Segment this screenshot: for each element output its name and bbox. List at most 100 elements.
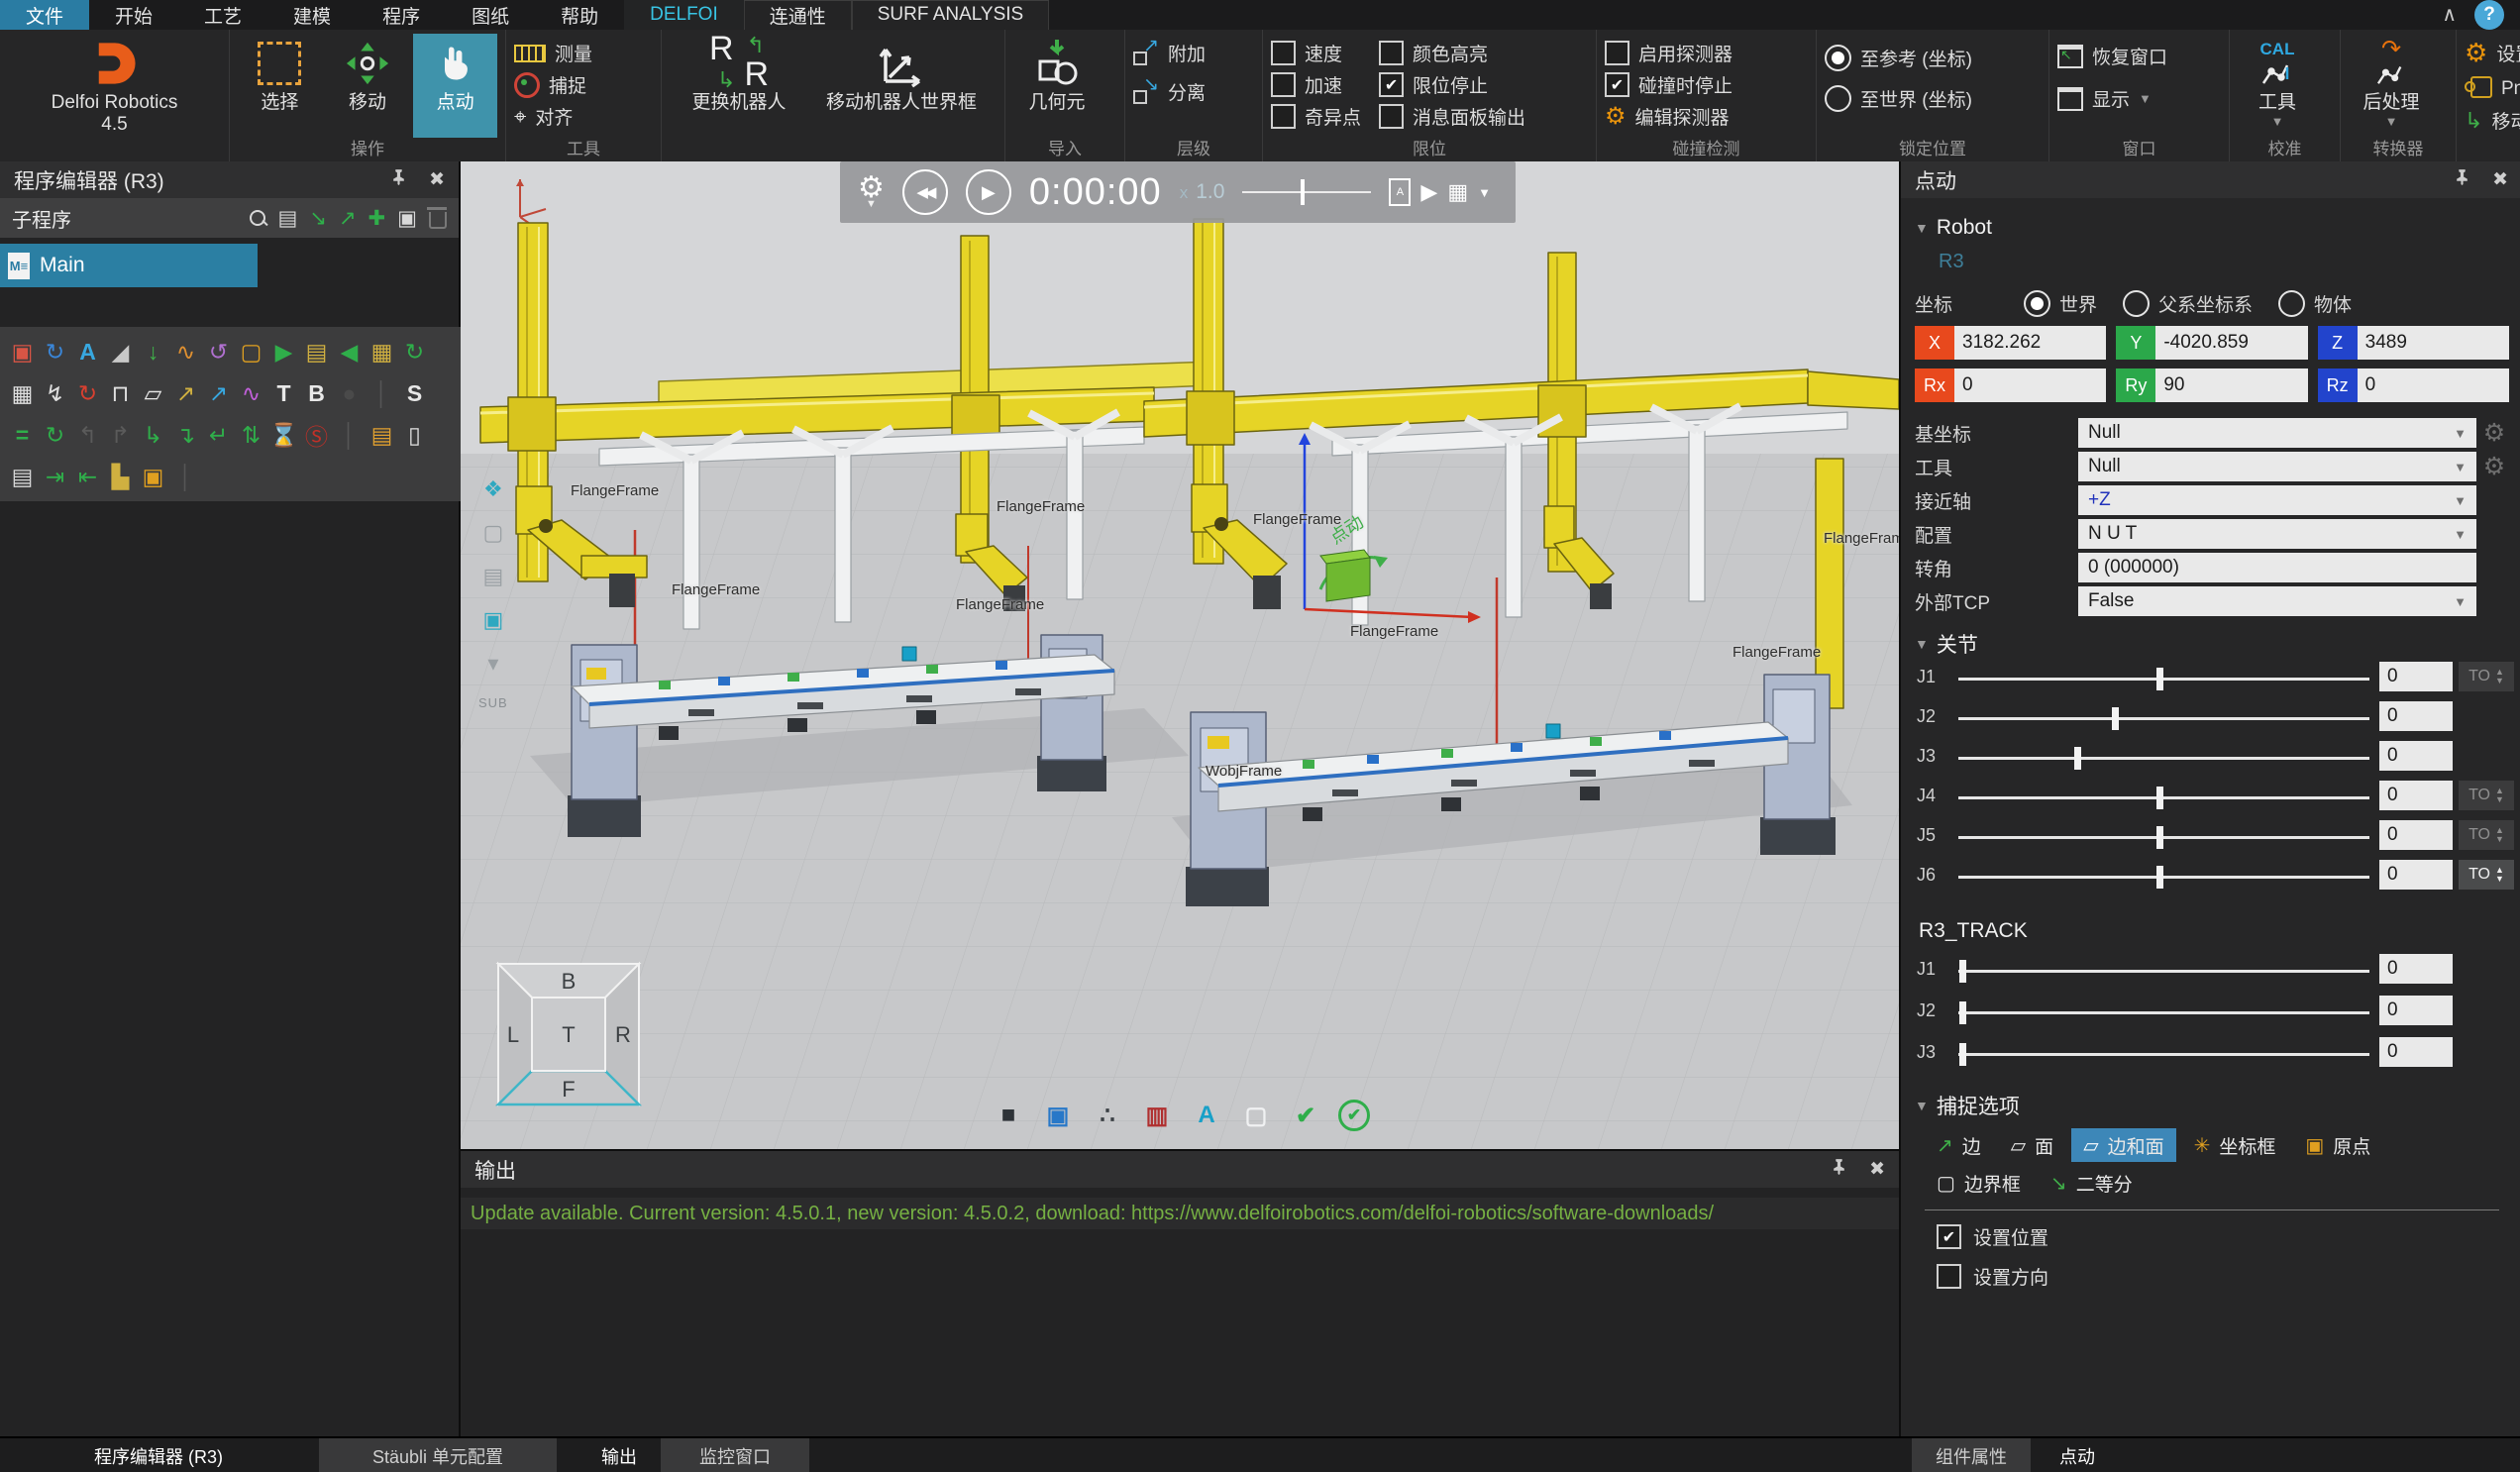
- joint-slider[interactable]: [1958, 876, 2369, 879]
- snap-面[interactable]: ▱面: [1999, 1128, 2065, 1162]
- help-button[interactable]: ?: [2474, 0, 2504, 30]
- rewind-button[interactable]: ◀◀: [902, 169, 948, 215]
- close-icon[interactable]: ✖: [2492, 168, 2508, 191]
- limit-加速[interactable]: 加速: [1271, 70, 1361, 99]
- limit-限位停止-checkbox[interactable]: ✔: [1379, 72, 1404, 97]
- pattern-statement-icon[interactable]: ⊓: [104, 377, 137, 410]
- jump-statement-icon[interactable]: ↰: [71, 419, 104, 452]
- pose-value-Rx[interactable]: 0: [1954, 368, 2106, 402]
- collision-碰撞时停止[interactable]: ✔碰撞时停止: [1605, 70, 1732, 99]
- joint-slider[interactable]: [1958, 717, 2369, 720]
- search-subprogram-icon[interactable]: [250, 210, 265, 226]
- pin-icon[interactable]: [1831, 1158, 1847, 1181]
- jump2-statement-icon[interactable]: ↱: [104, 419, 137, 452]
- signal-in-statement-icon[interactable]: ⇤: [71, 461, 104, 493]
- record-statement-icon[interactable]: ◀: [333, 336, 366, 368]
- menu-tab-程序[interactable]: 程序: [357, 0, 446, 30]
- pose-value-Ry[interactable]: 90: [2155, 368, 2307, 402]
- field-value-配置[interactable]: N U T▼: [2078, 519, 2476, 549]
- joint-slider[interactable]: [1958, 1011, 2369, 1014]
- simulation-settings-icon[interactable]: ⚙▼: [858, 176, 885, 209]
- spinner-icons[interactable]: ▲▼: [2495, 668, 2504, 685]
- move-robot-world-frame-button[interactable]: 移动机器人世界框: [812, 34, 991, 138]
- move-path-button[interactable]: ↳ 移动路径: [2465, 106, 2520, 135]
- field-value-接近轴[interactable]: +Z▼: [2078, 485, 2476, 515]
- view-cube-top[interactable]: T: [562, 1022, 575, 1047]
- joint-slider[interactable]: [1958, 836, 2369, 839]
- joint-value[interactable]: 0: [2379, 662, 2453, 691]
- gear-icon[interactable]: ⚙: [2476, 418, 2512, 448]
- coord-radio[interactable]: [2123, 290, 2150, 317]
- while-statement-icon[interactable]: ↻: [39, 419, 71, 452]
- joint-slider-handle[interactable]: [1959, 1001, 1966, 1024]
- snap-二等分[interactable]: ↘二等分: [2039, 1166, 2145, 1200]
- collapse-ribbon-icon[interactable]: ∧: [2442, 5, 2457, 25]
- print-statement-icon[interactable]: ▤: [6, 461, 39, 493]
- note-statement-icon[interactable]: ▯: [398, 419, 431, 452]
- set-position-checkbox[interactable]: ✔设置位置: [1937, 1223, 2048, 1250]
- menu-tab-开始[interactable]: 开始: [89, 0, 178, 30]
- joint-value[interactable]: 0: [2379, 860, 2453, 890]
- menu-tab-连通性[interactable]: 连通性: [744, 0, 852, 30]
- frame-statement-icon[interactable]: ▢: [235, 336, 267, 368]
- limit-消息面板输出[interactable]: 消息面板输出: [1379, 102, 1525, 131]
- box-tool-icon[interactable]: ▢: [482, 522, 503, 544]
- return-statement-icon[interactable]: ↵: [202, 419, 235, 452]
- swap-robot-button[interactable]: R↰↳R 更换机器人: [670, 34, 808, 138]
- select-button[interactable]: 选择: [238, 34, 322, 138]
- import-subprogram-icon[interactable]: ↘: [309, 206, 327, 231]
- snap-边[interactable]: ↗边: [1925, 1128, 1993, 1162]
- joint-value[interactable]: 0: [2379, 741, 2453, 771]
- tab-jog[interactable]: 点动: [2033, 1438, 2122, 1472]
- subprogram-item-main[interactable]: M≡ Main: [0, 244, 258, 287]
- close-icon[interactable]: ✖: [429, 168, 445, 191]
- field-value-外部TCP[interactable]: False▼: [2078, 586, 2476, 616]
- field-value-转角[interactable]: 0 (000000): [2078, 553, 2476, 582]
- statement-list-area[interactable]: [0, 509, 459, 1436]
- chart-tool-icon[interactable]: ▥: [1140, 1099, 1174, 1132]
- joint-slider[interactable]: [1958, 757, 2369, 760]
- close-icon[interactable]: ✖: [1869, 1158, 1885, 1181]
- view-cube-front[interactable]: F: [562, 1077, 575, 1102]
- snap-原点[interactable]: ▣原点: [2293, 1128, 2382, 1162]
- joint-value[interactable]: 0: [2379, 781, 2453, 810]
- cycle-statement-icon[interactable]: ↻: [398, 336, 431, 368]
- collision-启用探测器[interactable]: 启用探测器: [1605, 39, 1732, 67]
- snap-边界框[interactable]: ▢边界框: [1925, 1166, 2033, 1200]
- tab-staubli-cell-config[interactable]: Stäubli 单元配置: [319, 1438, 557, 1472]
- lock-option-至参考 (坐标)[interactable]: 至参考 (坐标): [1825, 44, 1972, 72]
- playback-more-icon[interactable]: ▼: [1478, 185, 1491, 200]
- limit-加速-checkbox[interactable]: [1271, 72, 1296, 97]
- spinner-icons[interactable]: ▲▼: [2495, 866, 2504, 884]
- text-t-statement-icon[interactable]: T: [267, 377, 300, 410]
- viewport-3d[interactable]: FlangeFrameFlangeFrameFlangeFrameFlangeF…: [461, 161, 1899, 1149]
- linear-motion-yellow-icon[interactable]: ↗: [169, 377, 202, 410]
- pose-value-Z[interactable]: 3489: [2358, 326, 2509, 360]
- part-statement-icon[interactable]: ▣: [137, 461, 169, 493]
- lock-radio[interactable]: [1825, 45, 1851, 71]
- chart-statement-icon[interactable]: ▙: [104, 461, 137, 493]
- joint-slider[interactable]: [1958, 678, 2369, 681]
- snap-坐标框[interactable]: ✳坐标框: [2182, 1128, 2288, 1162]
- tab-monitor-window[interactable]: 监控窗口: [661, 1438, 809, 1472]
- joint-slider-handle[interactable]: [1959, 1043, 1966, 1066]
- joint-slider-handle[interactable]: [2156, 866, 2163, 889]
- conveyor-statement-icon[interactable]: ▦: [366, 336, 398, 368]
- joint-value[interactable]: 0: [2379, 701, 2453, 731]
- snap-边和面[interactable]: ▱边和面: [2071, 1128, 2175, 1162]
- record-video-icon[interactable]: ▶: [1420, 179, 1437, 205]
- update-message[interactable]: Update available. Current version: 4.5.0…: [471, 1203, 1714, 1225]
- gear-icon[interactable]: ⚙: [2476, 452, 2512, 481]
- pin-icon[interactable]: [390, 168, 407, 191]
- joint-value[interactable]: 0: [2379, 820, 2453, 850]
- settings-button[interactable]: ⚙ 设置: [2465, 39, 2520, 67]
- joint-slider[interactable]: [1958, 970, 2369, 973]
- limit-速度[interactable]: 速度: [1271, 39, 1361, 67]
- lock-radio[interactable]: [1825, 85, 1851, 112]
- coord-option-世界[interactable]: 世界: [2024, 290, 2097, 317]
- joint-value[interactable]: 0: [2379, 996, 2453, 1025]
- server-statement-icon[interactable]: ▤: [300, 336, 333, 368]
- cube-arrow-tool-icon[interactable]: ▾: [487, 653, 498, 675]
- display-button[interactable]: 显示▼: [2057, 84, 2167, 113]
- joint-value[interactable]: 0: [2379, 954, 2453, 984]
